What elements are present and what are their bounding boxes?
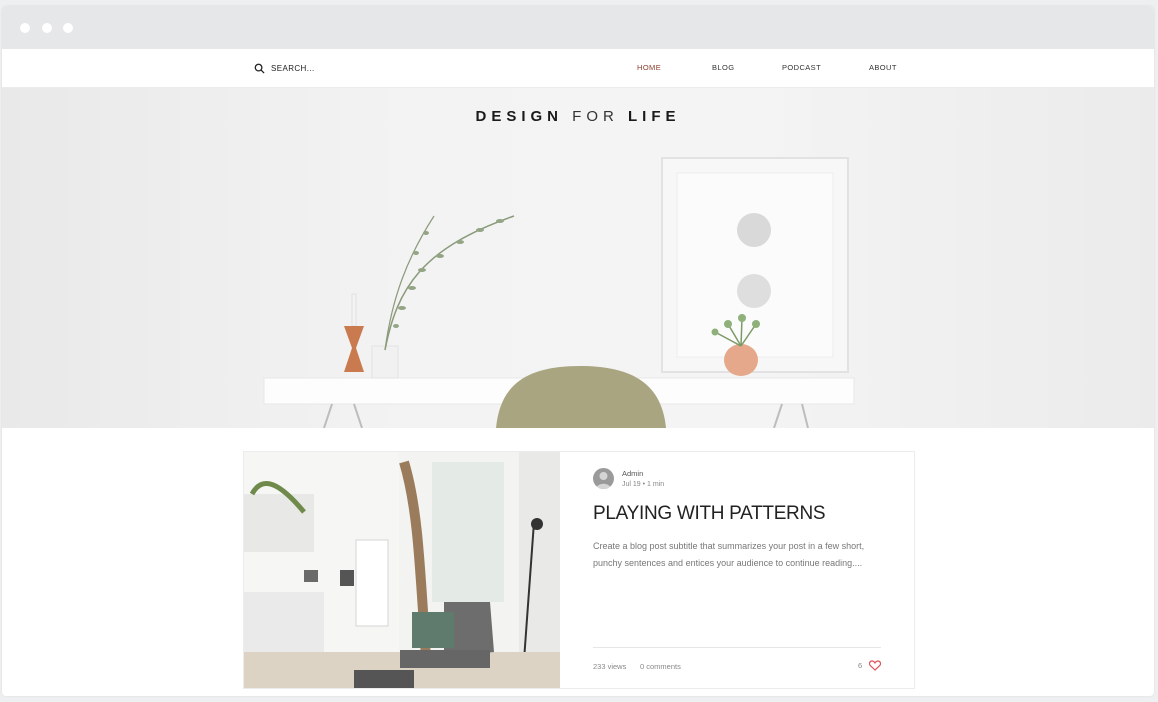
search-input[interactable] [271, 63, 341, 73]
window-close-dot[interactable] [20, 23, 30, 33]
author-avatar[interactable] [593, 468, 614, 489]
window-minimize-dot[interactable] [42, 23, 52, 33]
site-title-word-2: FOR [572, 108, 619, 125]
hero-image [263, 157, 855, 428]
post-title[interactable]: PLAYING WITH PATTERNS [593, 503, 893, 525]
site-title: DESIGN FOR LIFE [2, 108, 1154, 125]
window-maximize-dot[interactable] [63, 23, 73, 33]
heart-icon[interactable] [869, 660, 881, 671]
nav-item-about[interactable]: ABOUT [869, 63, 897, 72]
site-title-word-1: DESIGN [475, 108, 563, 125]
post-excerpt: Create a blog post subtitle that summari… [593, 541, 865, 568]
post-likes-count: 6 [858, 661, 863, 670]
post-content: Admin Jul 19 • 1 min PLAYING WITH PATTER… [560, 452, 914, 688]
nav-item-podcast[interactable]: PODCAST [782, 63, 821, 72]
blog-post-card[interactable]: Admin Jul 19 • 1 min PLAYING WITH PATTER… [243, 451, 915, 689]
search-icon[interactable] [254, 63, 265, 74]
post-cover-image[interactable] [244, 452, 560, 688]
site-title-word-3: LIFE [628, 108, 681, 125]
site-header: HOME BLOG PODCAST ABOUT [2, 49, 1154, 88]
hero-banner: DESIGN FOR LIFE [2, 88, 1154, 428]
search-bar[interactable] [254, 61, 341, 75]
nav-item-blog[interactable]: BLOG [712, 63, 734, 72]
author-name[interactable]: Admin [622, 469, 643, 478]
post-comments[interactable]: 0 comments [640, 662, 681, 671]
browser-titlebar [2, 6, 1154, 49]
nav-item-home[interactable]: HOME [637, 63, 661, 72]
browser-window: HOME BLOG PODCAST ABOUT [2, 6, 1154, 696]
post-divider [593, 647, 881, 648]
post-views: 233 views [593, 662, 627, 671]
post-meta: Jul 19 • 1 min [622, 481, 665, 488]
